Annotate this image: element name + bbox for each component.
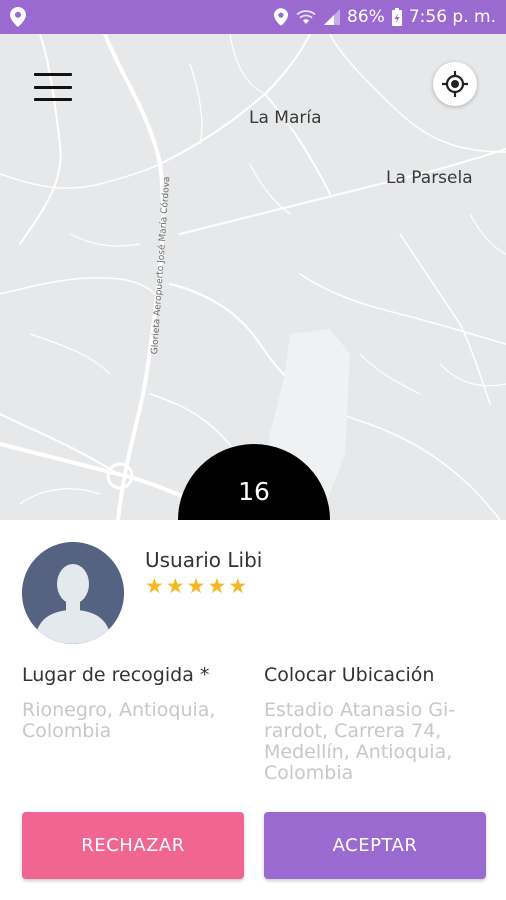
place-label-la-maria: La María: [249, 108, 322, 128]
user-rating: ★ ★ ★ ★ ★: [145, 576, 247, 597]
accept-button[interactable]: ACEPTAR: [264, 812, 486, 879]
reject-button[interactable]: RECHAZAR: [22, 812, 244, 879]
battery-percentage: 86%: [347, 6, 385, 27]
destination-address-line: Medellín, Antioquia,: [264, 741, 453, 763]
menu-bar: [34, 98, 72, 101]
place-label-la-parsela: La Parsela: [386, 168, 473, 188]
status-bar: 86% 7:56 p. m.: [0, 0, 506, 34]
pickup-title: Lugar de recogida *: [22, 664, 210, 686]
destination-title: Colocar Ubicación: [264, 664, 435, 686]
location-pin-icon: [10, 7, 26, 27]
destination-address-line: Colombia: [264, 762, 354, 784]
star-icon: ★: [207, 574, 227, 598]
ride-request-panel: Usuario Libi ★ ★ ★ ★ ★ Lugar de recogida…: [0, 520, 506, 900]
menu-bar: [34, 73, 72, 76]
user-name: Usuario Libi: [145, 548, 263, 572]
star-icon: ★: [186, 574, 206, 598]
destination-address-line: rardot, Carrera 74,: [264, 720, 442, 742]
destination-address-line: Estadio Atanasio Gi-: [264, 699, 456, 721]
pickup-address-line: Colombia: [22, 720, 112, 742]
star-icon: ★: [145, 574, 164, 598]
my-location-button[interactable]: [433, 62, 477, 106]
location-pin-icon: [274, 8, 289, 26]
star-icon: ★: [228, 574, 248, 598]
signal-icon: [324, 9, 341, 25]
user-avatar-icon: [22, 542, 124, 644]
person-silhouette-icon: [22, 542, 124, 644]
my-location-icon: [442, 71, 468, 97]
wifi-icon: [296, 10, 316, 24]
map-view[interactable]: Glorieta Aeropuerto José María Córdova L…: [0, 34, 506, 520]
pickup-address: Rionegro, Antioquia, Colombia: [22, 700, 215, 742]
status-time: 7:56 p. m.: [408, 6, 496, 27]
battery-charging-icon: [391, 8, 402, 26]
destination-address: Estadio Atanasio Gi- rardot, Carrera 74,…: [264, 700, 455, 784]
star-icon: ★: [165, 574, 185, 598]
hamburger-menu-icon[interactable]: [30, 67, 76, 107]
pickup-address-line: Rionegro, Antioquia,: [22, 699, 216, 721]
menu-bar: [34, 85, 72, 89]
